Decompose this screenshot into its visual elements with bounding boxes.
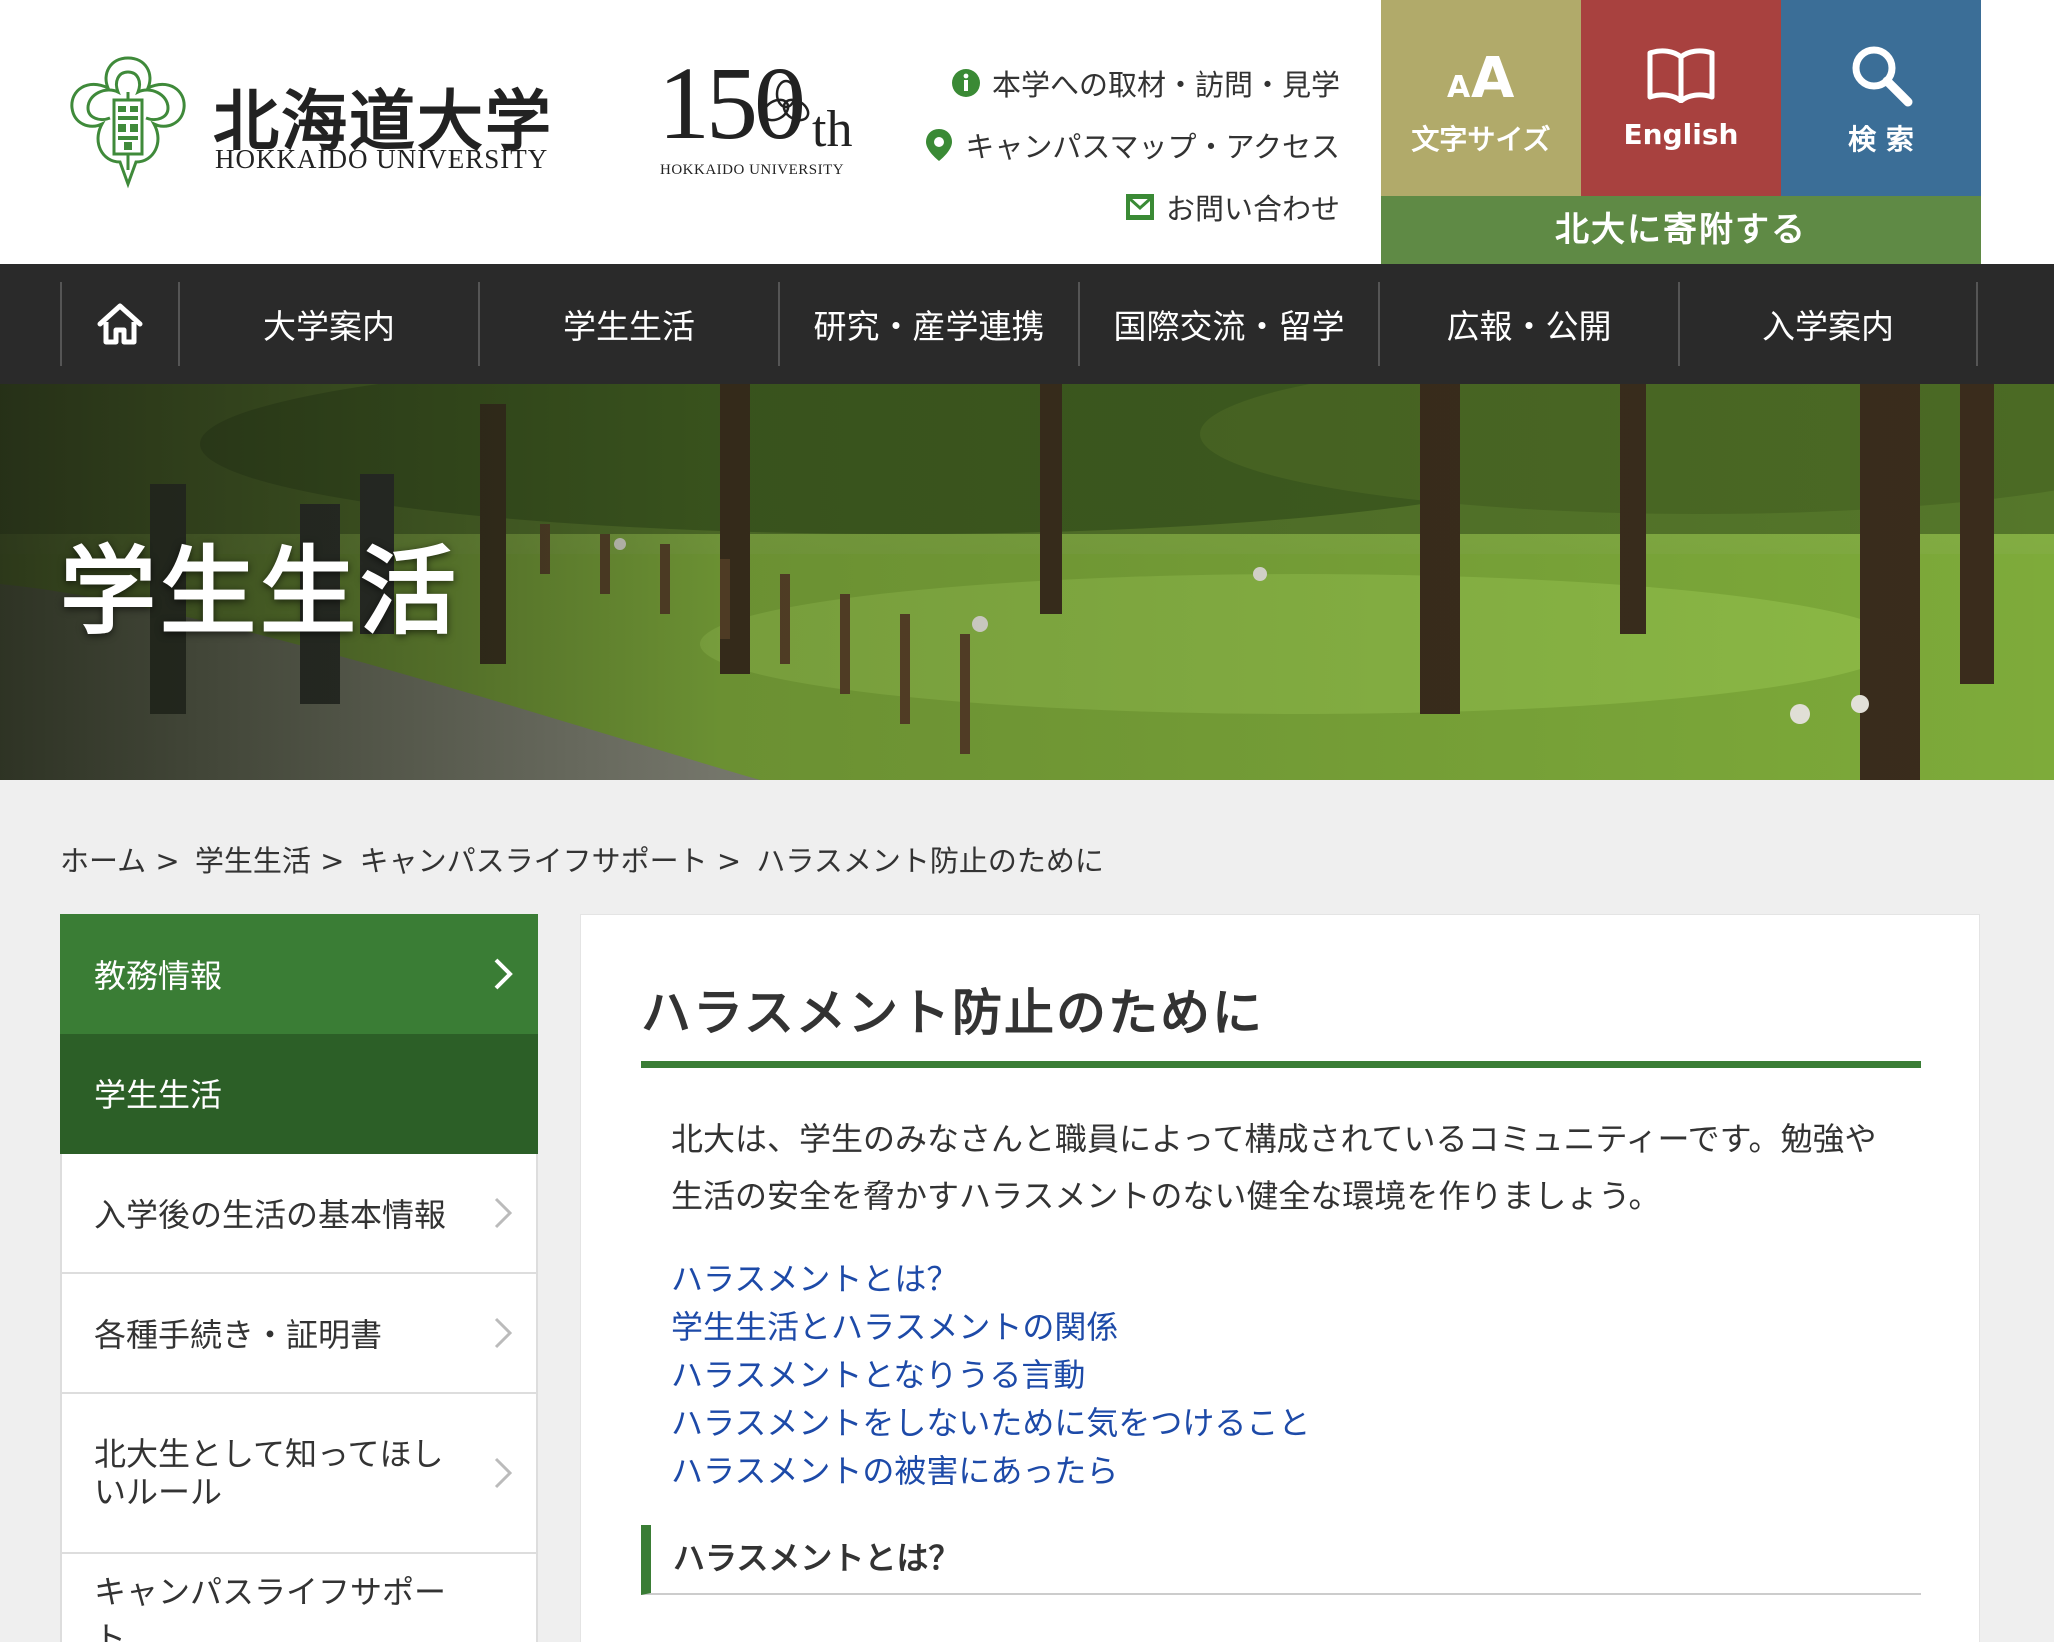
nav-public-relations[interactable]: 広報・公開 <box>1378 282 1678 366</box>
media-visit-link[interactable]: 本学への取材・訪問・見学 <box>923 52 1340 114</box>
campus-map-link[interactable]: キャンパスマップ・アクセス <box>923 114 1340 176</box>
chevron-right-icon <box>494 1317 513 1349</box>
anniversary-flower-icon <box>762 79 810 122</box>
sidebar-item-basic-info[interactable]: 入学後の生活の基本情報 <box>60 1154 538 1274</box>
chevron-right-icon <box>494 1457 513 1489</box>
search-icon <box>1781 40 1981 110</box>
map-pin-icon <box>923 129 955 161</box>
home-icon <box>97 303 143 345</box>
table-of-contents: ハラスメントとは？ 学生生活とハラスメントの関係 ハラスメントとなりうる言動 ハ… <box>671 1255 1310 1495</box>
nav-international[interactable]: 国際交流・留学 <box>1078 282 1378 366</box>
main-content: ハラスメント防止のために 北大は、学生のみなさんと職員によって構成されているコミ… <box>580 914 1980 1642</box>
sidebar-item-label: 学生生活 <box>94 1076 223 1114</box>
sidebar-item-campus-life-support[interactable]: キャンパスライフサポート <box>60 1554 538 1642</box>
global-nav: 大学案内 学生生活 研究・産学連携 国際交流・留学 広報・公開 入学案内 <box>0 264 2054 384</box>
search-button[interactable]: 検 索 <box>1781 0 1981 196</box>
english-button[interactable]: English <box>1581 0 1781 196</box>
sidebar-item-label: 各種手続き・証明書 <box>94 1316 383 1354</box>
font-size-label: 文字サイズ <box>1411 123 1551 156</box>
svg-text:A: A <box>1447 70 1471 105</box>
logo-title-en: HOKKAIDO UNIVERSITY <box>215 144 549 174</box>
section-title: ハラスメントとは？ <box>673 1539 961 1577</box>
campus-map-label: キャンパスマップ・アクセス <box>965 130 1340 164</box>
site-header: 北海道大学 HOKKAIDO UNIVERSITY 150 th HOKKAID… <box>0 0 2054 264</box>
sidebar-item-academic-affairs[interactable]: 教務情報 <box>60 914 538 1034</box>
font-size-button[interactable]: AA 文字サイズ <box>1381 0 1581 196</box>
breadcrumb-separator: > <box>320 844 345 878</box>
breadcrumb-current: ハラスメント防止のために <box>756 844 1104 878</box>
breadcrumb-separator: > <box>716 844 742 878</box>
book-icon <box>1581 40 1781 110</box>
toc-link-student-life-relation[interactable]: 学生生活とハラスメントの関係 <box>671 1303 1310 1351</box>
contact-label: お問い合わせ <box>1165 192 1340 226</box>
sidebar-item-label: キャンパスライフサポート <box>94 1573 447 1642</box>
sidebar-item-label: 教務情報 <box>94 957 223 995</box>
sidebar-item-rules[interactable]: 北大生として知ってほしいルール <box>60 1394 538 1554</box>
media-visit-label: 本学への取材・訪問・見学 <box>991 68 1340 102</box>
utility-links: 本学への取材・訪問・見学 キャンパスマップ・アクセス お問い合わせ <box>923 52 1340 238</box>
donate-button[interactable]: 北大に寄附する <box>1381 196 1981 264</box>
header-tiles: AA 文字サイズ English 検 索 北大に寄附する <box>1381 0 1981 264</box>
hero-banner: 学生生活 <box>0 384 2054 780</box>
sidebar-nav: 教務情報 学生生活 入学後の生活の基本情報 各種手続き・証明書 北大生として知っ… <box>60 914 538 1642</box>
breadcrumb-student-life[interactable]: 学生生活 <box>195 844 311 878</box>
chevron-right-icon <box>494 1197 513 1229</box>
nav-admissions[interactable]: 入学案内 <box>1678 282 1978 366</box>
university-emblem-icon <box>70 56 186 189</box>
university-logo[interactable]: 北海道大学 HOKKAIDO UNIVERSITY <box>58 52 578 192</box>
nav-home[interactable] <box>60 282 178 366</box>
anniversary-logo[interactable]: 150 th HOKKAIDO UNIVERSITY <box>650 52 870 182</box>
sidebar-item-label: 北大生として知ってほしいルール <box>94 1434 444 1511</box>
svg-text:A: A <box>1471 46 1515 105</box>
sidebar-item-procedures[interactable]: 各種手続き・証明書 <box>60 1274 538 1394</box>
english-label: English <box>1623 118 1739 151</box>
toc-link-what-is-harassment[interactable]: ハラスメントとは？ <box>671 1255 1310 1303</box>
hero-title: 学生生活 <box>60 536 460 648</box>
section-heading: ハラスメントとは？ <box>641 1525 1921 1595</box>
toc-link-if-victim[interactable]: ハラスメントの被害にあったら <box>671 1447 1310 1495</box>
chevron-right-icon <box>494 958 513 990</box>
sidebar-item-label: 入学後の生活の基本情報 <box>94 1196 447 1234</box>
toc-link-prevention-tips[interactable]: ハラスメントをしないために気をつけること <box>671 1399 1310 1447</box>
breadcrumb-home[interactable]: ホーム <box>60 844 146 878</box>
anniversary-subtitle: HOKKAIDO UNIVERSITY <box>660 162 845 178</box>
breadcrumb-campus-life-support[interactable]: キャンパスライフサポート <box>360 844 708 878</box>
nav-research[interactable]: 研究・産学連携 <box>778 282 1078 366</box>
intro-paragraph: 北大は、学生のみなさんと職員によって構成されているコミュニティーです。勉強や生活… <box>671 1120 1877 1215</box>
nav-about[interactable]: 大学案内 <box>178 282 478 366</box>
title-divider <box>641 1061 1921 1068</box>
anniversary-suffix: th <box>812 101 853 158</box>
breadcrumb-separator: > <box>155 844 180 878</box>
info-icon <box>950 67 982 99</box>
page-title: ハラスメント防止のために <box>641 984 1264 1042</box>
nav-student-life[interactable]: 学生生活 <box>478 282 778 366</box>
sidebar-item-student-life[interactable]: 学生生活 <box>60 1034 538 1154</box>
toc-link-possible-behaviors[interactable]: ハラスメントとなりうる言動 <box>671 1351 1310 1399</box>
search-label: 検 索 <box>1848 123 1914 156</box>
breadcrumb: ホーム > 学生生活 > キャンパスライフサポート > ハラスメント防止のために <box>60 838 1110 880</box>
font-size-icon: AA <box>1381 40 1581 110</box>
contact-link[interactable]: お問い合わせ <box>923 176 1340 238</box>
mail-icon <box>1124 191 1156 223</box>
